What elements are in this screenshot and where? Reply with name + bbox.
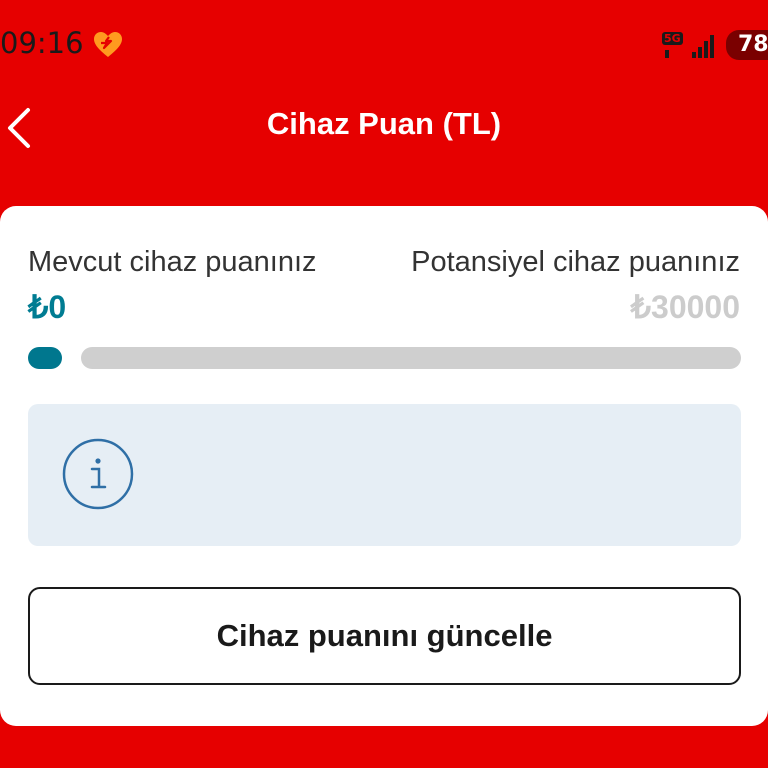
- current-points-value: ₺0: [28, 289, 67, 325]
- header: Cihaz Puan (TL): [0, 90, 768, 170]
- battery-level: 78: [738, 32, 768, 57]
- progress-indicator: [28, 347, 62, 369]
- update-points-button[interactable]: Cihaz puanını güncelle: [28, 587, 741, 685]
- potential-points-label: Potansiyel cihaz puanınız: [411, 246, 740, 278]
- screen: 09:16 5G 78 Cihaz Puan (TL) Mevcut cihaz…: [0, 0, 768, 768]
- battery-icon: 78: [726, 30, 768, 60]
- status-bar: 09:16 5G 78: [0, 0, 768, 90]
- signal-icon: 5G: [662, 30, 722, 60]
- info-icon: [62, 438, 134, 510]
- points-progress-bar: [28, 347, 741, 369]
- potential-points-value: ₺30000: [630, 289, 740, 325]
- info-box: [28, 404, 741, 546]
- points-card: Mevcut cihaz puanınız Potansiyel cihaz p…: [0, 206, 768, 726]
- heart-icon: [92, 30, 124, 60]
- page-title: Cihaz Puan (TL): [266, 106, 502, 141]
- status-time: 09:16: [0, 26, 84, 60]
- current-points-label: Mevcut cihaz puanınız: [28, 246, 317, 278]
- progress-remaining: [81, 347, 741, 369]
